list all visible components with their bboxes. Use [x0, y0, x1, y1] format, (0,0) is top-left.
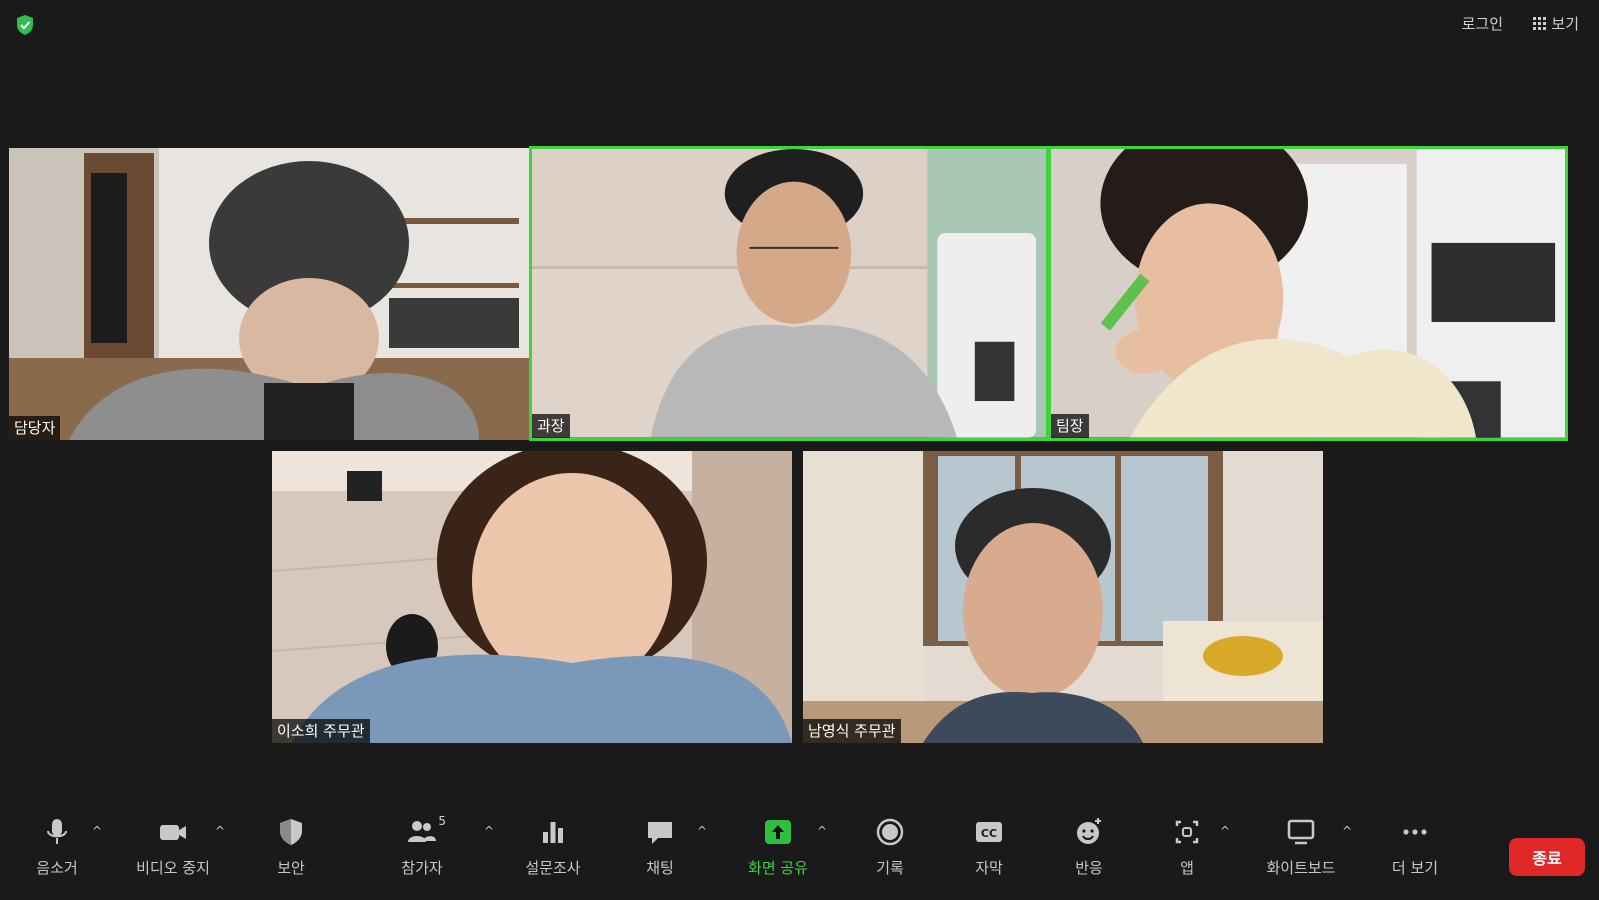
- whiteboard-label: 화이트보드: [1266, 859, 1336, 877]
- participants-options-chevron-up-icon[interactable]: ^: [482, 824, 496, 838]
- shield-check-icon[interactable]: [15, 14, 35, 36]
- video-tile-2[interactable]: 과장: [529, 146, 1049, 441]
- participant-video: [1051, 149, 1565, 438]
- participant-video: [272, 451, 792, 743]
- video-camera-icon: [160, 825, 186, 840]
- record-icon: [876, 818, 904, 846]
- top-bar: 로그인 보기: [0, 0, 1599, 50]
- video-tile-5[interactable]: 남영식 주무관: [803, 451, 1323, 743]
- video-tile-4[interactable]: 이소희 주무관: [272, 451, 792, 743]
- participant-video: [532, 149, 1046, 438]
- apps-icon: [1175, 820, 1199, 844]
- share-screen-icon: [765, 820, 791, 844]
- participant-video: [803, 451, 1323, 743]
- grid-icon: [1533, 17, 1547, 30]
- polls-label: 설문조사: [525, 859, 581, 877]
- microphone-icon: [47, 819, 67, 844]
- more-label: 더 보기: [1391, 859, 1439, 877]
- captions-label: 자막: [975, 859, 1003, 877]
- chat-options-chevron-up-icon[interactable]: ^: [695, 824, 709, 838]
- participant-name: 남영식 주무관: [803, 719, 901, 743]
- participant-name: 팀장: [1051, 414, 1089, 438]
- stop-video-label: 비디오 중지: [136, 859, 210, 877]
- mute-label: 음소거: [36, 859, 78, 877]
- mute-button[interactable]: 음소거: [12, 812, 102, 886]
- participants-label: 참가자: [401, 859, 443, 877]
- video-tile-3[interactable]: 팀장: [1048, 146, 1568, 441]
- security-button[interactable]: 보안: [246, 812, 336, 886]
- participant-name: 담당자: [9, 416, 61, 440]
- chat-bubble-icon: [648, 822, 672, 844]
- record-label: 기록: [876, 859, 904, 877]
- whiteboard-button[interactable]: 화이트보드: [1256, 812, 1346, 886]
- video-options-chevron-up-icon[interactable]: ^: [213, 824, 227, 838]
- participant-name: 과장: [532, 414, 570, 438]
- stop-video-button[interactable]: 비디오 중지: [128, 812, 218, 886]
- closed-captions-icon: CC: [976, 822, 1002, 842]
- participants-icon: [408, 821, 436, 842]
- more-button[interactable]: 더 보기: [1370, 812, 1460, 886]
- bar-chart-icon: [543, 822, 563, 843]
- video-tile-1[interactable]: 담당자: [9, 148, 529, 440]
- share-options-chevron-up-icon[interactable]: ^: [815, 824, 829, 838]
- share-screen-label: 화면 공유: [748, 859, 808, 877]
- view-label: 보기: [1551, 15, 1579, 33]
- captions-button[interactable]: CC 자막: [944, 812, 1034, 886]
- end-meeting-button[interactable]: 종료: [1509, 838, 1585, 876]
- polls-button[interactable]: 설문조사: [508, 812, 598, 886]
- audio-options-chevron-up-icon[interactable]: ^: [90, 824, 104, 838]
- participant-name: 이소희 주무관: [272, 719, 370, 743]
- emoji-reaction-icon: [1077, 818, 1101, 844]
- participant-video: [9, 148, 529, 440]
- apps-label: 앱: [1180, 859, 1194, 877]
- apps-options-chevron-up-icon[interactable]: ^: [1218, 824, 1232, 838]
- whiteboard-icon: [1287, 819, 1315, 845]
- chat-label: 채팅: [646, 859, 674, 877]
- participants-count: 5: [438, 814, 446, 828]
- meeting-toolbar: 음소거 ^ 비디오 중지 ^ 보안 5 참가자 ^ 설문조사 채팅 ^ 화면 공…: [0, 806, 1599, 900]
- security-shield-icon: [280, 819, 302, 845]
- whiteboard-options-chevron-up-icon[interactable]: ^: [1340, 824, 1354, 838]
- participants-button[interactable]: 5 참가자: [377, 812, 467, 886]
- chat-button[interactable]: 채팅: [615, 812, 705, 886]
- reactions-label: 반응: [1075, 859, 1103, 877]
- share-screen-button[interactable]: 화면 공유: [733, 812, 823, 886]
- cc-icon-text: CC: [981, 827, 997, 840]
- security-label: 보안: [277, 859, 305, 877]
- login-button[interactable]: 로그인: [1454, 11, 1511, 37]
- more-dots-icon: [1403, 829, 1427, 835]
- reactions-button[interactable]: 반응: [1044, 812, 1134, 886]
- view-button[interactable]: 보기: [1527, 11, 1585, 37]
- record-button[interactable]: 기록: [845, 812, 935, 886]
